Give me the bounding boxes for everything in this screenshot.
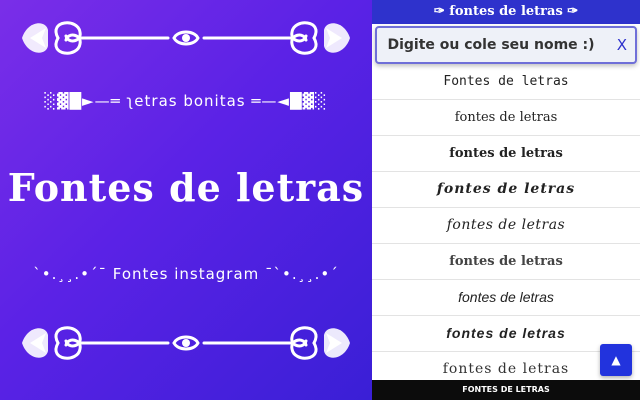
footer: FONTES DE LETRAS	[372, 380, 640, 400]
ornament-top-icon	[22, 21, 350, 55]
app-header: ✑ fontes de letras ✑	[372, 0, 640, 24]
font-list: Fontes de letras fontes de letras fontes…	[372, 64, 640, 387]
font-list-item[interactable]: fontes de letras	[372, 244, 640, 280]
scroll-top-button[interactable]: ▲	[600, 344, 632, 376]
hero-title: Fontes de letras	[7, 165, 365, 210]
font-list-item[interactable]: fontes de letras	[372, 100, 640, 136]
font-list-item[interactable]: fontes de letras	[372, 280, 640, 316]
clear-button[interactable]: X	[617, 28, 627, 62]
dotted-arrow-left-icon: ░▓█►—═	[44, 92, 127, 110]
dotted-arrow-right-icon: ═—◄█▓░	[245, 92, 328, 110]
hero-subtitle-top-text: ʅetras bonitas	[126, 92, 246, 110]
font-list-item[interactable]: fontes de letras	[372, 172, 640, 208]
font-list-item[interactable]: fontes de letras	[372, 208, 640, 244]
app-panel: ✑ fontes de letras ✑ Digite ou cole seu …	[372, 0, 640, 400]
search-box[interactable]: Digite ou cole seu nome :) X	[375, 26, 637, 64]
hero-banner: ░▓█►—═ ʅetras bonitas ═—◄█▓░ Fontes de l…	[0, 0, 372, 400]
search-input[interactable]: Digite ou cole seu nome :)	[377, 28, 605, 62]
font-list-item[interactable]: Fontes de letras	[372, 64, 640, 100]
arrow-up-icon: ▲	[611, 353, 621, 367]
ornament-bottom-icon	[22, 326, 350, 360]
hero-subtitle-bottom: `•.¸¸.•´¯ Fontes instagram ¯`•.¸¸.•´	[33, 265, 339, 283]
hero-subtitle-top: ░▓█►—═ ʅetras bonitas ═—◄█▓░	[0, 92, 372, 110]
font-list-item[interactable]: fontes de letras	[372, 136, 640, 172]
